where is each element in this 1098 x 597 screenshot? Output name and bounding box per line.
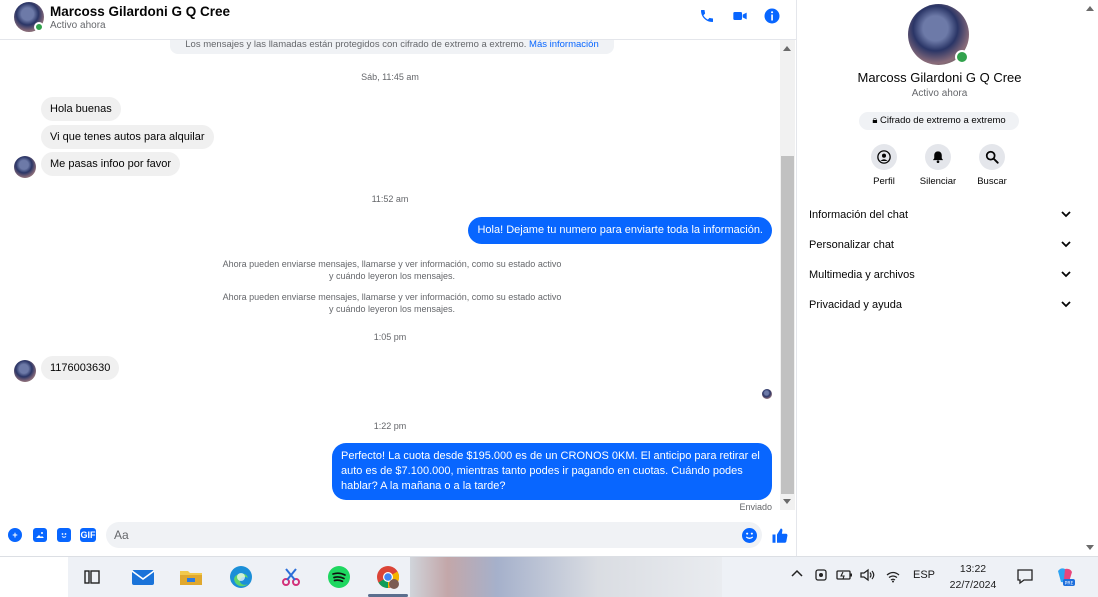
snipping-tool-icon[interactable] xyxy=(279,565,303,589)
encryption-badge[interactable]: 🔒︎ Cifrado de extremo a extremo xyxy=(859,112,1019,130)
plus-icon[interactable]: + xyxy=(8,528,22,542)
outgoing-message[interactable]: Hola! Dejame tu numero para enviarte tod… xyxy=(468,217,772,244)
encryption-notice: Los mensajes y las llamadas están proteg… xyxy=(170,40,614,54)
volume-icon[interactable] xyxy=(859,568,877,585)
bell-icon xyxy=(925,144,951,170)
file-explorer-icon[interactable] xyxy=(179,565,203,589)
spotify-icon[interactable] xyxy=(327,565,351,589)
chevron-down-icon xyxy=(1061,239,1071,251)
chevron-down-icon xyxy=(1061,209,1071,221)
scroll-down-arrow[interactable] xyxy=(1086,545,1094,550)
composer: + GIF xyxy=(0,518,796,552)
video-icon[interactable] xyxy=(730,6,750,26)
message-scrollbar[interactable] xyxy=(780,40,795,510)
message-list[interactable]: Los mensajes y las llamadas están proteg… xyxy=(0,40,780,515)
mic-camera-icon[interactable] xyxy=(814,567,828,586)
timestamp: 1:05 pm xyxy=(373,332,407,342)
thumbs-up-icon[interactable] xyxy=(771,527,789,545)
incoming-message[interactable]: 1176003630 xyxy=(41,356,120,380)
incoming-message[interactable]: Hola buenas xyxy=(41,97,121,121)
info-icon[interactable] xyxy=(762,6,782,26)
online-indicator xyxy=(955,50,969,64)
taskbar: ESP 13:22 22/7/2024 PRE xyxy=(0,556,1098,597)
encryption-badge-label: Cifrado de extremo a extremo xyxy=(880,115,1006,126)
phone-icon[interactable] xyxy=(697,6,717,26)
timestamp: 1:22 pm xyxy=(373,421,407,431)
chat-info-row[interactable]: Información del chat xyxy=(809,204,1071,226)
chrome-icon[interactable] xyxy=(376,565,400,589)
chat-info-panel: Marcoss Gilardoni G Q Cree Activo ahora … xyxy=(797,0,1082,556)
task-view-icon[interactable] xyxy=(80,565,104,589)
clock-date: 22/7/2024 xyxy=(949,579,997,591)
image-icon[interactable] xyxy=(33,528,47,542)
profile-label: Perfil xyxy=(873,176,895,187)
encryption-notice-text: Los mensajes y las llamadas están proteg… xyxy=(185,40,527,50)
sticker-icon[interactable] xyxy=(57,528,71,542)
privacy-help-row[interactable]: Privacidad y ayuda xyxy=(809,294,1071,316)
contact-status: Activo ahora xyxy=(50,20,106,31)
row-label: Privacidad y ayuda xyxy=(809,299,902,311)
scroll-down-arrow[interactable] xyxy=(783,499,791,504)
search-button[interactable]: Buscar xyxy=(962,144,1022,187)
row-label: Personalizar chat xyxy=(809,239,894,251)
incoming-message[interactable]: Vi que tenes autos para alquilar xyxy=(41,125,214,149)
contact-name: Marcoss Gilardoni G Q Cree xyxy=(857,70,1022,85)
emoji-icon[interactable] xyxy=(742,528,757,543)
lock-icon: 🔒︎ xyxy=(872,115,878,126)
clock-time: 13:22 xyxy=(959,563,987,575)
online-indicator xyxy=(34,22,44,32)
row-label: Información del chat xyxy=(809,209,909,221)
scroll-thumb[interactable] xyxy=(781,156,794,494)
sent-status: Enviado xyxy=(739,502,772,512)
chat-header: Marcoss Gilardoni G Q Cree Activo ahora xyxy=(0,0,796,40)
search-label: Buscar xyxy=(977,176,1007,187)
chat-panel: Marcoss Gilardoni G Q Cree Activo ahora … xyxy=(0,0,797,556)
more-info-link[interactable]: Más información xyxy=(529,40,599,50)
contact-name[interactable]: Marcoss Gilardoni G Q Cree xyxy=(50,4,230,19)
profile-button[interactable]: Perfil xyxy=(854,144,914,187)
sender-avatar[interactable] xyxy=(14,156,36,178)
edge-icon[interactable] xyxy=(229,565,253,589)
taskbar-background xyxy=(410,557,722,597)
search-icon xyxy=(979,144,1005,170)
incoming-message[interactable]: Me pasas infoo por favor xyxy=(41,152,181,176)
mail-icon[interactable] xyxy=(131,565,155,589)
mute-label: Silenciar xyxy=(919,176,957,187)
chevron-down-icon xyxy=(1061,299,1071,311)
outgoing-message[interactable]: Perfecto! La cuota desde $195.000 es de … xyxy=(332,443,772,500)
gif-icon[interactable]: GIF xyxy=(80,528,96,542)
sender-avatar[interactable] xyxy=(14,360,36,382)
contact-status: Activo ahora xyxy=(911,88,968,99)
message-input[interactable] xyxy=(106,522,762,548)
notification-icon[interactable] xyxy=(1016,567,1034,588)
taskbar-search-area[interactable] xyxy=(0,557,68,597)
profile-icon xyxy=(871,144,897,170)
svg-text:PRE: PRE xyxy=(1065,581,1074,587)
mute-button[interactable]: Silenciar xyxy=(908,144,968,187)
battery-icon[interactable] xyxy=(836,568,854,585)
chevron-down-icon xyxy=(1061,269,1071,281)
media-files-row[interactable]: Multimedia y archivos xyxy=(809,264,1071,286)
language-indicator[interactable]: ESP xyxy=(913,569,935,581)
scroll-up-arrow[interactable] xyxy=(1086,6,1094,11)
customize-chat-row[interactable]: Personalizar chat xyxy=(809,234,1071,256)
copilot-icon[interactable]: PRE xyxy=(1054,565,1076,590)
info-note: Ahora pueden enviarse mensajes, llamarse… xyxy=(222,292,562,314)
chevron-up-icon[interactable] xyxy=(790,567,804,584)
clock[interactable]: 13:22 22/7/2024 xyxy=(944,561,1002,593)
timestamp: Sáb, 11:45 am xyxy=(361,72,419,82)
row-label: Multimedia y archivos xyxy=(809,269,915,281)
wifi-icon[interactable] xyxy=(885,569,901,586)
info-scrollbar[interactable] xyxy=(1082,0,1098,556)
scroll-up-arrow[interactable] xyxy=(783,46,791,51)
info-note: Ahora pueden enviarse mensajes, llamarse… xyxy=(222,259,562,281)
timestamp: 11:52 am xyxy=(371,194,409,204)
seen-avatar xyxy=(762,389,772,399)
